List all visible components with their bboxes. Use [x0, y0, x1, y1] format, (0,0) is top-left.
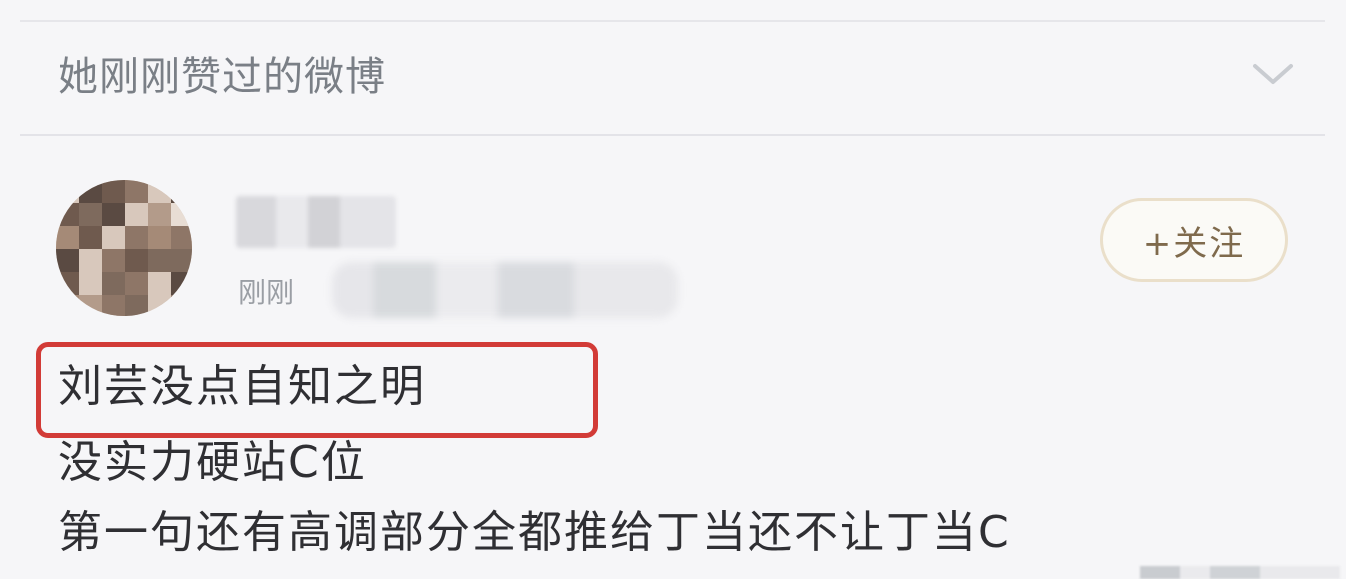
post-source-blurred [332, 262, 678, 318]
avatar[interactable] [56, 180, 192, 316]
post-text-line-2: 没实力硬站C位 [58, 437, 367, 488]
watermark-blurred [1140, 566, 1340, 579]
header-divider [20, 134, 1325, 136]
section-title: 她刚刚赞过的微博 [58, 54, 386, 100]
follow-button[interactable]: +关注 [1100, 198, 1288, 282]
weibo-liked-posts-screen: 她刚刚赞过的微博 刚刚 +关注 刘芸没点自知之明 没实力硬站C位 第一句还有高调… [0, 0, 1346, 579]
username-blurred[interactable] [236, 196, 396, 248]
liked-posts-header[interactable]: 她刚刚赞过的微博 [20, 22, 1325, 134]
chevron-down-icon[interactable] [1251, 58, 1295, 88]
post-time: 刚刚 [238, 276, 295, 309]
follow-button-label: +关注 [1142, 223, 1246, 264]
post-text-line-1: 刘芸没点自知之明 [58, 361, 426, 412]
post-text-line-3: 第一句还有高调部分全都推给丁当还不让丁当C [58, 507, 1011, 558]
